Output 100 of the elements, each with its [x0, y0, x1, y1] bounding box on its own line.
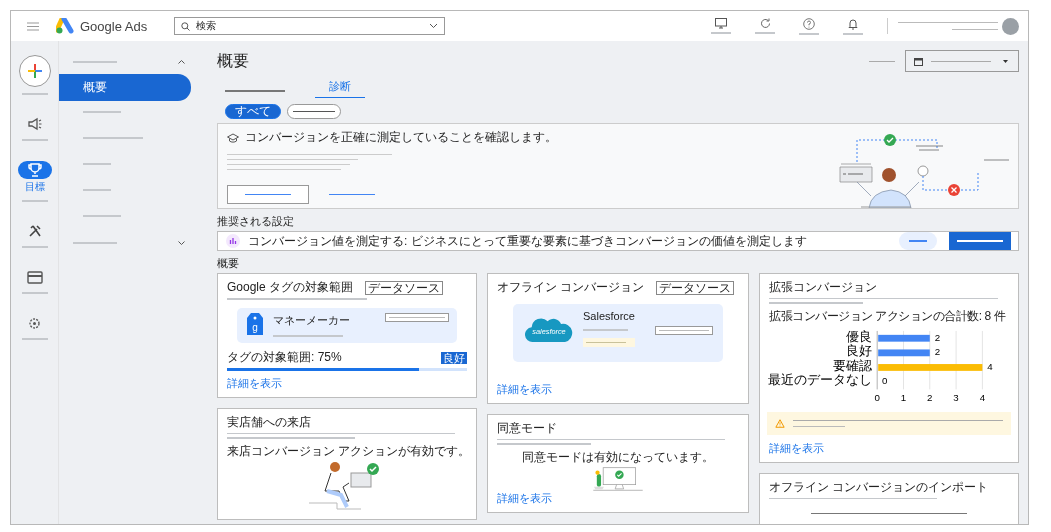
summary-text: 拡張コンバージョン アクションの合計数: 8 件 [769, 308, 1005, 325]
trophy-icon[interactable] [27, 163, 42, 177]
axis-tick-label: 4 [979, 392, 986, 404]
bar [878, 334, 930, 342]
placeholder-line [909, 240, 927, 242]
card-title: 実店舗への来店 [227, 414, 311, 431]
placeholder-line [83, 137, 143, 139]
source-name: Salesforce [583, 310, 635, 322]
menu-icon[interactable] [27, 21, 39, 31]
axis-tick-label: 3 [953, 392, 959, 404]
placeholder-line [586, 342, 626, 343]
section-heading: 概要 [217, 256, 240, 271]
axis-tick-label: 2 [927, 392, 933, 404]
bar-value-label: 2 [934, 331, 941, 343]
placeholder-line [843, 32, 863, 35]
placeholder-line [83, 215, 121, 217]
product-name: Google Ads [80, 18, 148, 34]
placeholder-line [73, 61, 117, 63]
page-title: 概要 [217, 50, 249, 71]
status-message: 同意モードは有効になっています。 [521, 449, 715, 466]
bar-value-label: 4 [987, 360, 993, 372]
caret-icon [1003, 59, 1008, 63]
tab[interactable]: 診断 [315, 79, 365, 98]
placeholder-line [799, 32, 819, 35]
avatar[interactable] [1002, 17, 1019, 35]
placeholder-line [711, 32, 731, 34]
placeholder-line [83, 189, 111, 191]
primary-button[interactable] [949, 232, 1011, 250]
date-range-picker[interactable] [905, 50, 1019, 72]
banner-title: コンバージョンを正確に測定していることを確認します。 [245, 129, 557, 146]
details-link[interactable]: 詳細を表示 [227, 376, 282, 391]
warning-icon [775, 418, 785, 429]
section-heading: 推奨される設定 [217, 214, 295, 229]
search-field[interactable]: 検索 [174, 17, 445, 35]
megaphone-icon[interactable] [26, 117, 43, 131]
help-icon[interactable] [803, 17, 815, 30]
placeholder-line [957, 240, 1003, 242]
filter-chip[interactable] [287, 104, 341, 119]
placeholder-line [225, 90, 285, 92]
nav-item[interactable]: 概要 [59, 74, 191, 101]
placeholder-line [329, 194, 375, 195]
category-label: 良好 [846, 344, 873, 359]
tools-icon[interactable] [27, 224, 42, 238]
placeholder-line [389, 317, 445, 318]
placeholder-line [952, 29, 998, 30]
category-label: 優良 [846, 329, 873, 344]
card-title: オフライン コンバージョン [497, 279, 645, 296]
source-name: マネーメーカー [273, 313, 350, 328]
monitor-icon[interactable] [715, 18, 727, 29]
details-link[interactable]: 詳細を表示 [497, 491, 552, 506]
coverage-label: タグの対象範囲: 75% [227, 349, 342, 366]
create-icon[interactable] [27, 64, 42, 78]
card-title: 同意モード [497, 420, 557, 437]
data-source-label: データソース [365, 280, 444, 295]
settings-icon[interactable] [27, 315, 42, 331]
details-link[interactable]: 詳細を表示 [769, 441, 824, 456]
placeholder-line [21, 292, 48, 294]
rail-button[interactable] [17, 161, 52, 179]
placeholder-line [21, 200, 48, 202]
placeholder-line [755, 32, 775, 34]
category-label: 要確認 [833, 358, 873, 373]
chevron-down-icon [429, 23, 438, 29]
placeholder-line [21, 338, 48, 340]
placeholder-line [869, 60, 895, 62]
bar [878, 349, 930, 357]
bar-value-label: 2 [934, 346, 941, 358]
bell-icon[interactable] [848, 17, 858, 30]
search-icon [181, 21, 190, 31]
chevron-up-icon[interactable] [178, 60, 185, 64]
data-source-label: データソース [656, 280, 735, 295]
placeholder-line [793, 426, 845, 427]
logo-icon [56, 18, 74, 34]
axis-tick-label: 1 [900, 392, 907, 404]
card-title: 拡張コンバージョン [769, 279, 877, 296]
filter-chip[interactable]: すべて [225, 104, 281, 119]
bar-chart-icon [226, 234, 240, 248]
chevron-down-icon[interactable] [178, 241, 185, 245]
placeholder-line [83, 111, 121, 113]
plant-and-monitor-drawing [593, 467, 643, 491]
placeholder-line [293, 111, 335, 112]
tag-icon-letter: g [252, 322, 258, 333]
graduation-cap-icon [227, 132, 239, 143]
bar-value-label: 0 [882, 375, 888, 387]
card-icon[interactable] [26, 270, 43, 284]
recommendation-text: コンバージョン値を測定する: ビジネスにとって重要な要素に基づきコンバージョンの価値を測定します [248, 232, 807, 250]
axis-tick-label: 0 [874, 392, 880, 404]
rail-label: 目標 [24, 180, 45, 194]
placeholder-line [273, 335, 343, 337]
banner-button[interactable] [227, 185, 309, 204]
placeholder-line [245, 194, 291, 195]
status-badge: 良好 [441, 351, 467, 364]
details-link[interactable]: 詳細を表示 [497, 382, 552, 397]
placeholder-line [21, 93, 48, 95]
placeholder-line [83, 163, 111, 165]
card-title: Google タグの対象範囲 [227, 279, 354, 296]
secondary-button[interactable] [899, 232, 937, 250]
refresh-icon[interactable] [759, 18, 771, 29]
card-title: オフライン コンバージョンのインポート [769, 479, 989, 496]
placeholder-line [931, 60, 991, 62]
create-button[interactable] [18, 55, 51, 87]
